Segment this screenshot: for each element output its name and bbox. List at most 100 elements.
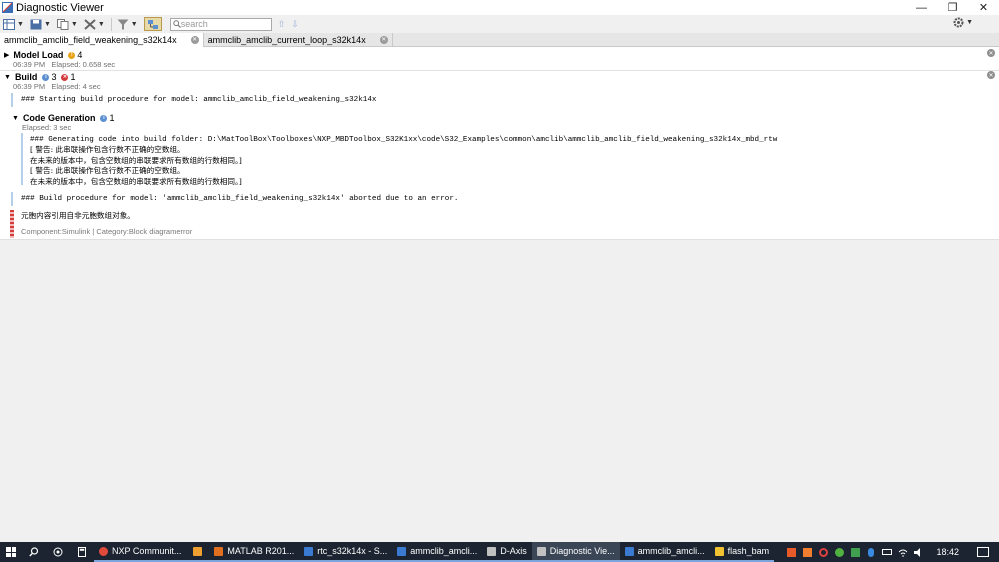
build-header[interactable]: ▼ Build i 3 ✕ 1 [4,72,75,82]
section-title: Model Load [13,50,64,60]
warning-icon: ! [68,51,76,59]
sogou-icon[interactable] [784,542,798,562]
group-toggle-button[interactable] [143,17,162,31]
close-button[interactable]: ✕ [968,0,999,15]
simulink-icon [304,546,314,556]
settings-button[interactable]: ▼ [953,17,973,28]
gear-icon [953,17,964,28]
tab-bar: ammclib_amclib_field_weakening_s32k14x ✕… [0,33,999,47]
save-button[interactable]: ▼ [30,17,51,31]
clear-button[interactable]: ▼ [84,17,105,31]
start-button[interactable] [0,542,22,562]
close-icon[interactable]: ✕ [987,71,995,79]
taskbar-app-diagnostic-viewer[interactable]: Diagnostic Vie... [531,542,620,562]
error-message: 元胞内容引用自非元胞数组对象。 [21,211,135,220]
calculator-icon [78,547,86,557]
simulink-icon [397,546,407,556]
save-icon [30,19,42,29]
expand-triangle-icon[interactable]: ▶ [4,51,9,59]
search-box[interactable] [169,17,272,31]
chevron-down-icon: ▼ [130,20,138,28]
close-icon[interactable]: ✕ [379,36,388,44]
view-menu-button[interactable]: ▼ [3,17,24,31]
chevron-down-icon: ▼ [966,19,973,26]
taskbar-app-matlab[interactable]: MATLAB R201... [209,542,300,562]
clock[interactable]: 18:42 [936,547,959,557]
taskbar-app-flash-bam[interactable]: flash_bam [709,542,775,562]
figure-icon [487,546,497,556]
info-badge: i 3 [42,72,56,82]
app-icon [2,2,13,13]
collapse-triangle-icon[interactable]: ▼ [4,74,11,81]
app-tray-icon[interactable] [800,542,814,562]
search-icon [29,547,39,557]
search-button[interactable] [22,542,46,562]
model-load-header[interactable]: ▶ Model Load ! 4 [4,50,82,60]
task-view-button[interactable] [46,542,70,562]
battery-icon[interactable] [880,542,894,562]
divider [0,70,999,71]
next-result-button[interactable]: ⇩ [291,19,299,30]
diagnostics-panel: ▶ Model Load ! 4 ✕ 06:39 PM Elapsed: 0.6… [0,47,999,240]
section-title: Build [14,72,38,82]
bluetooth-icon[interactable] [864,542,878,562]
taskbar-app-nxp-community[interactable]: NXP Communit... [94,542,187,562]
security-icon[interactable] [832,542,846,562]
window-controls: — ❐ ✕ [906,0,999,15]
model-load-timestamp: 06:39 PM Elapsed: 0.658 sec [13,60,116,69]
filter-button[interactable]: ▼ [117,17,138,31]
build-timestamp: 06:39 PM Elapsed: 4 sec [13,82,101,91]
close-icon[interactable]: ✕ [190,36,199,44]
notification-icon[interactable] [977,547,989,557]
section-title: Code Generation [22,113,96,123]
tab-current-loop[interactable]: ammclib_amclib_current_loop_s32k14x ✕ [204,33,393,47]
codegen-warning-line: 在未来的版本中，包含空数组的串联要求所有数组的行数相同。] [30,177,242,186]
chevron-down-icon: ▼ [97,20,105,28]
toolbar-separator [110,17,112,31]
copy-button[interactable]: ▼ [56,17,78,31]
tab-label: ammclib_amclib_field_weakening_s32k14x [4,35,177,45]
error-badge: ✕ 1 [61,72,76,82]
previous-result-button[interactable]: ⇧ [278,19,286,30]
search-input[interactable] [180,18,266,30]
antivirus-icon[interactable] [816,542,830,562]
system-tray: 18:42 [782,542,999,562]
filter-icon [117,19,129,29]
matlab-icon [214,546,224,556]
error-icon: ✕ [61,73,69,81]
diagnostic-viewer-icon [536,546,546,556]
tab-field-weakening[interactable]: ammclib_amclib_field_weakening_s32k14x ✕ [0,33,204,47]
wifi-icon[interactable] [896,542,910,562]
copy-icon [56,18,69,30]
collapse-triangle-icon[interactable]: ▼ [12,115,19,122]
codegen-warning-line: [ 警告: 此串联操作包含行数不正确的空数组。 [30,145,185,154]
chevron-down-icon: ▼ [43,20,51,28]
calculator-button[interactable] [70,542,94,562]
group-icon [147,19,158,29]
shield-icon[interactable] [848,542,862,562]
close-icon[interactable]: ✕ [987,49,995,57]
message-bar [11,192,13,206]
codegen-warning-line: [ 警告: 此串联操作包含行数不正确的空数组。 [30,166,185,175]
tab-label: ammclib_amclib_current_loop_s32k14x [207,35,366,45]
info-badge: i 1 [100,113,114,123]
simulink-icon [624,546,634,556]
taskbar-app-ammclib-2[interactable]: ammclib_amcli... [619,542,710,562]
taskbar-app-d-axis[interactable]: D-Axis [482,542,532,562]
taskbar-app-rtc-s32k14x[interactable]: rtc_s32k14x - S... [299,542,393,562]
code-generation-header[interactable]: ▼ Code Generation i 1 [12,113,114,123]
cortana-icon [53,547,63,557]
code-generation-elapsed: Elapsed: 3 sec [22,123,72,132]
folder-icon [193,546,203,556]
info-icon: i [42,73,50,81]
file-icon [714,546,724,556]
minimize-button[interactable]: — [906,0,937,15]
warning-badge: ! 4 [68,50,82,60]
taskbar: NXP Communit... MATLAB R201... rtc_s32k1… [0,542,999,562]
message-bar [11,93,13,107]
error-bar [10,210,14,238]
volume-icon[interactable] [912,542,926,562]
taskbar-app-ammclib-1[interactable]: ammclib_amcli... [392,542,483,562]
taskbar-app-folder[interactable] [186,542,210,562]
restore-button[interactable]: ❐ [937,0,968,15]
